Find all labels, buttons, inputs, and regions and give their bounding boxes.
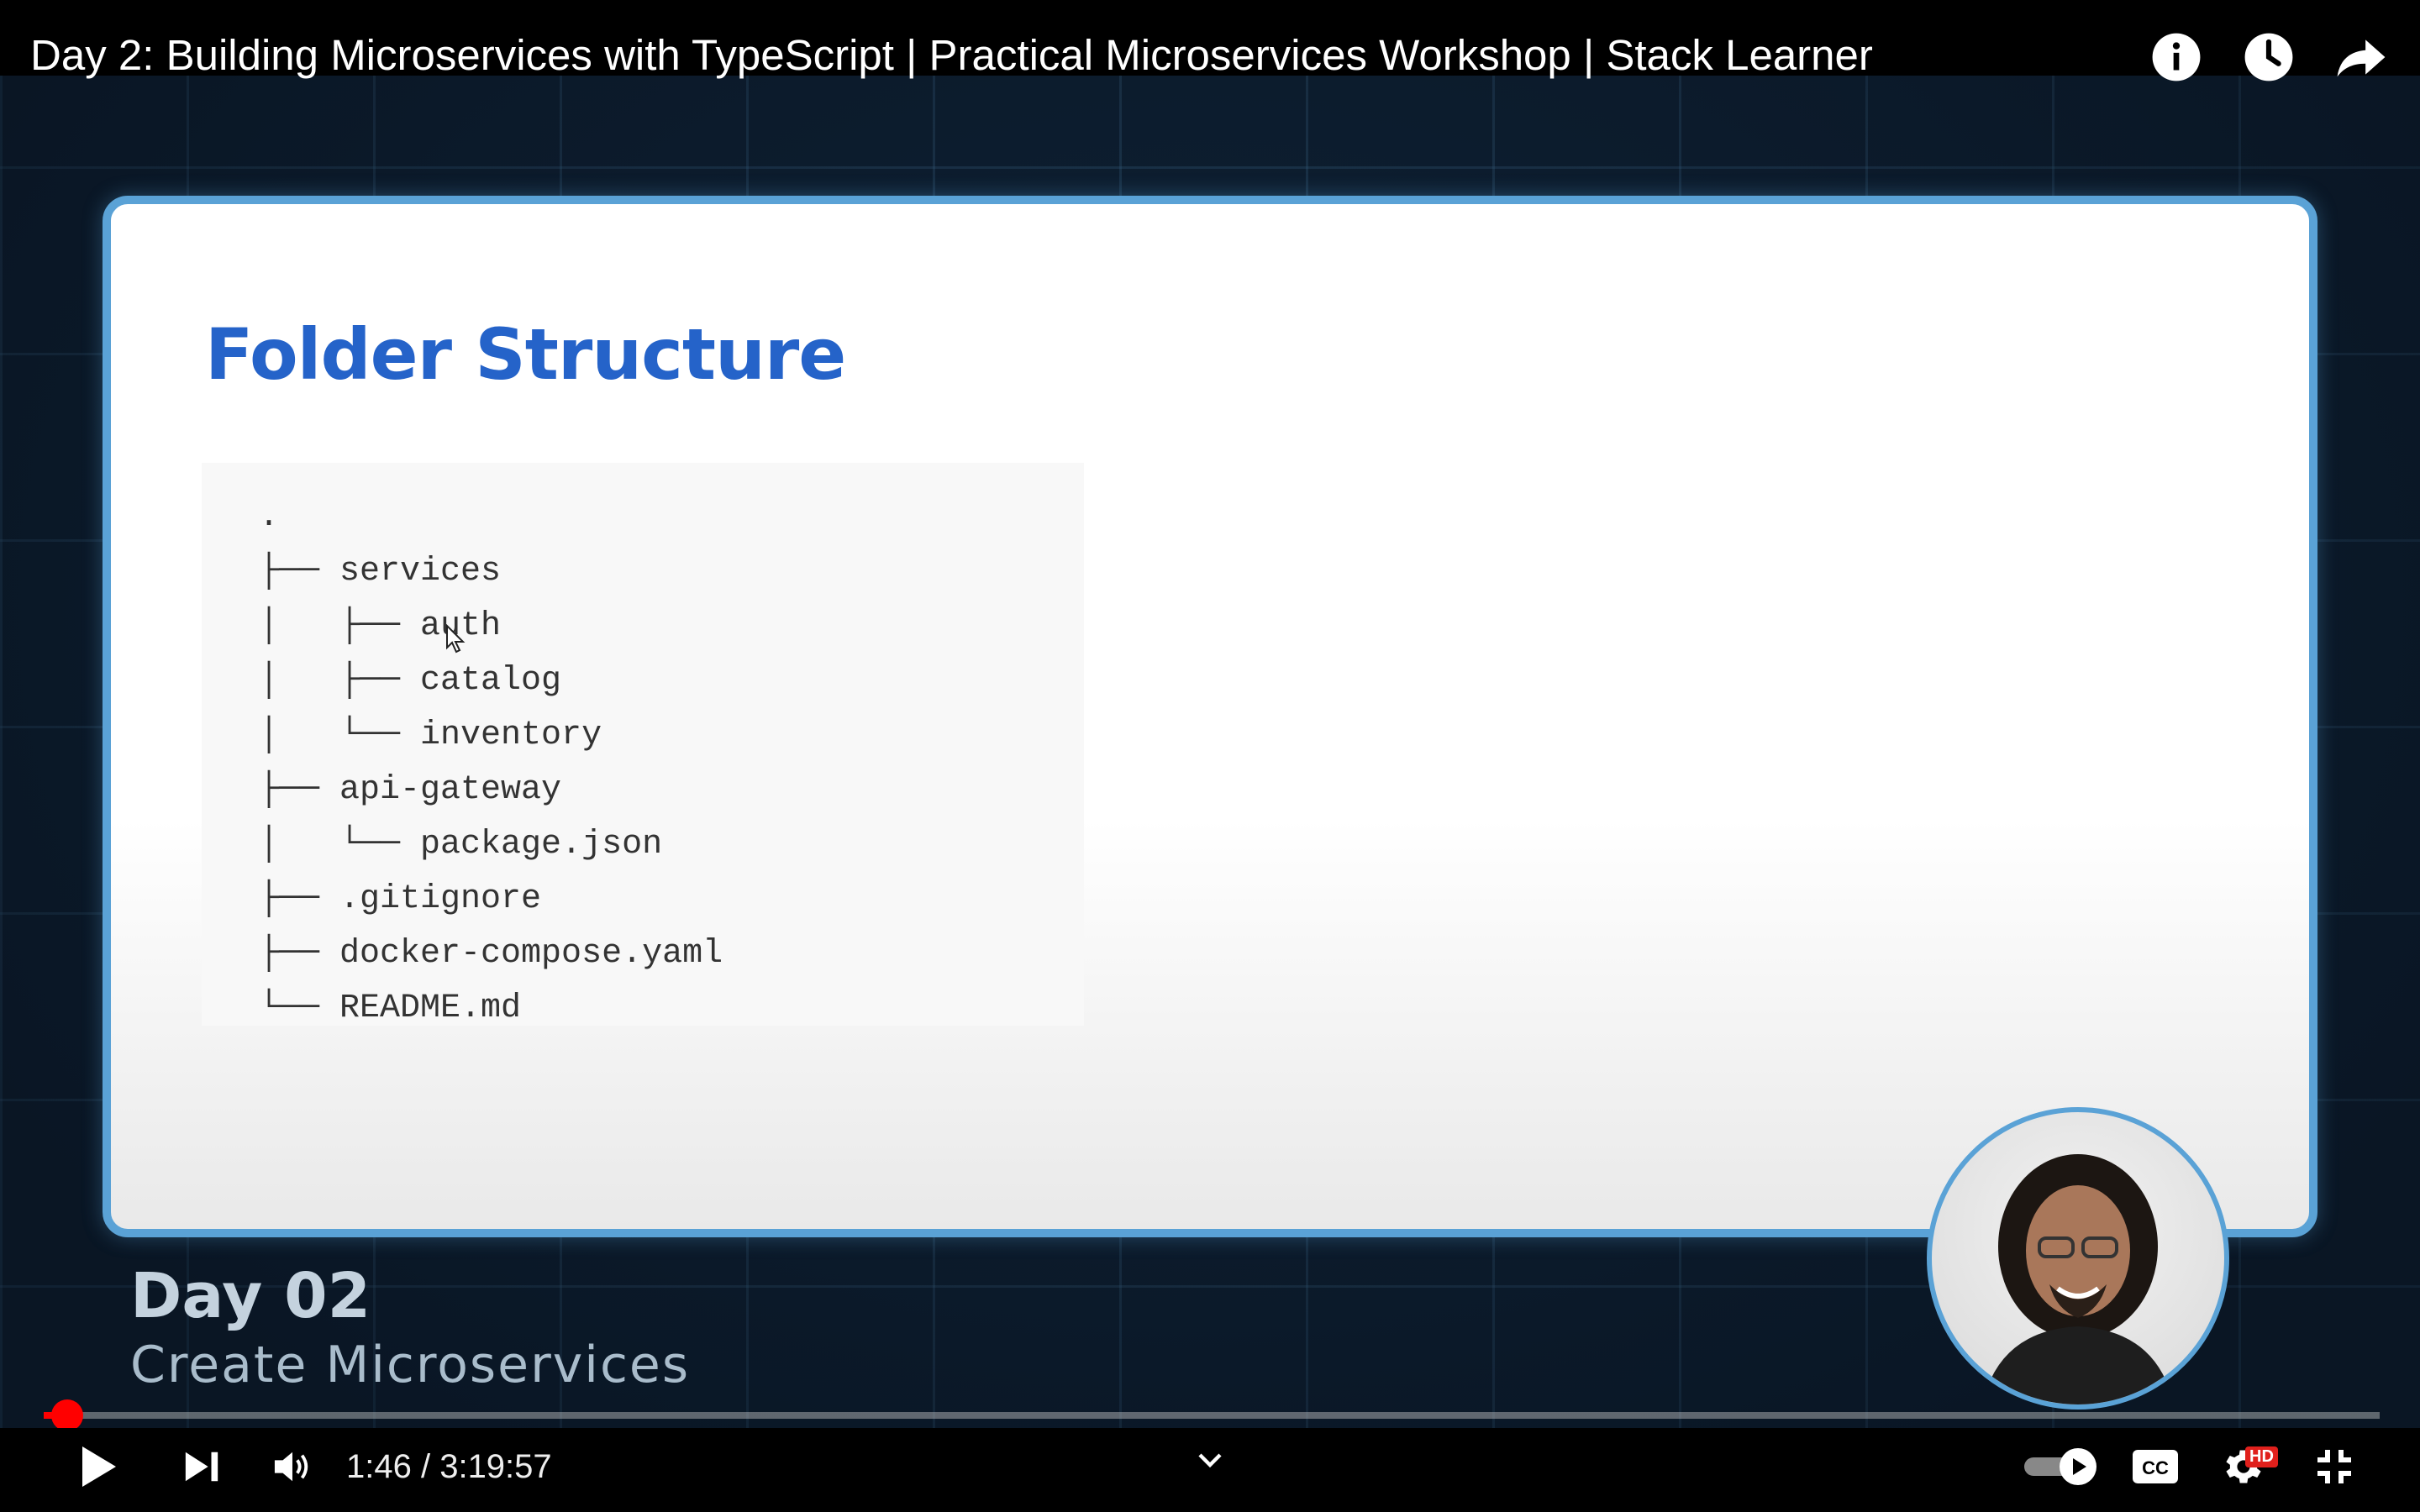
next-button[interactable] [176,1438,227,1495]
exit-fullscreen-button[interactable] [2309,1438,2360,1495]
time-separator: / [411,1448,440,1485]
hd-badge: HD [2245,1446,2278,1467]
presenter-photo [1982,1154,2174,1404]
mouse-cursor-icon [446,624,466,654]
tree-line: ├── api-gateway [259,771,562,809]
svg-text:CC: CC [2142,1457,2169,1478]
captions-icon: CC [2133,1450,2178,1483]
time-display: 1:46 / 3:19:57 [346,1443,552,1490]
presenter-avatar [1927,1107,2229,1410]
play-icon [82,1446,116,1487]
tree-line: │ └── package.json [259,826,663,864]
tree-line: ├── services [259,553,502,591]
expand-chapters-button[interactable] [1193,1443,1227,1477]
tree-line: . [259,498,280,536]
next-icon [185,1452,218,1482]
volume-button[interactable] [267,1438,318,1495]
folder-tree: . ├── services │ ├── auth │ ├── catalog │ └─… [259,490,723,1036]
watch-later-icon[interactable] [2240,29,2297,86]
play-button[interactable] [72,1438,123,1495]
share-icon[interactable] [2333,29,2390,86]
chevron-down-icon [1198,1453,1222,1468]
captions-button[interactable]: CC [2130,1438,2181,1495]
tree-line: │ └── inventory [259,717,602,754]
tree-line: ├── docker-compose.yaml [259,935,723,973]
tree-line: └── README.md [259,990,522,1027]
info-icon[interactable] [2148,29,2205,86]
day-label: Day 02 [130,1260,371,1332]
slide-title: Folder Structure [205,313,846,396]
tree-line: ├── .gitignore [259,880,542,918]
video-title[interactable]: Day 2: Building Microservices with TypeS… [30,29,1873,82]
exit-fullscreen-icon [2317,1450,2351,1483]
day-subtitle: Create Microservices [130,1336,691,1394]
volume-icon [274,1452,308,1482]
tree-line: │ ├── auth [259,607,502,645]
current-time: 1:46 [346,1448,412,1485]
autoplay-toggle-icon [2024,1448,2096,1485]
duration: 3:19:57 [439,1448,552,1485]
progress-scrubber[interactable] [51,1399,83,1431]
top-controls [2148,29,2390,86]
autoplay-toggle[interactable] [2021,1438,2102,1495]
progress-bar[interactable] [44,1412,2380,1419]
tree-line: │ ├── catalog [259,662,562,700]
presentation-slide: Folder Structure . ├── services │ ├── auth… [103,196,2317,1237]
